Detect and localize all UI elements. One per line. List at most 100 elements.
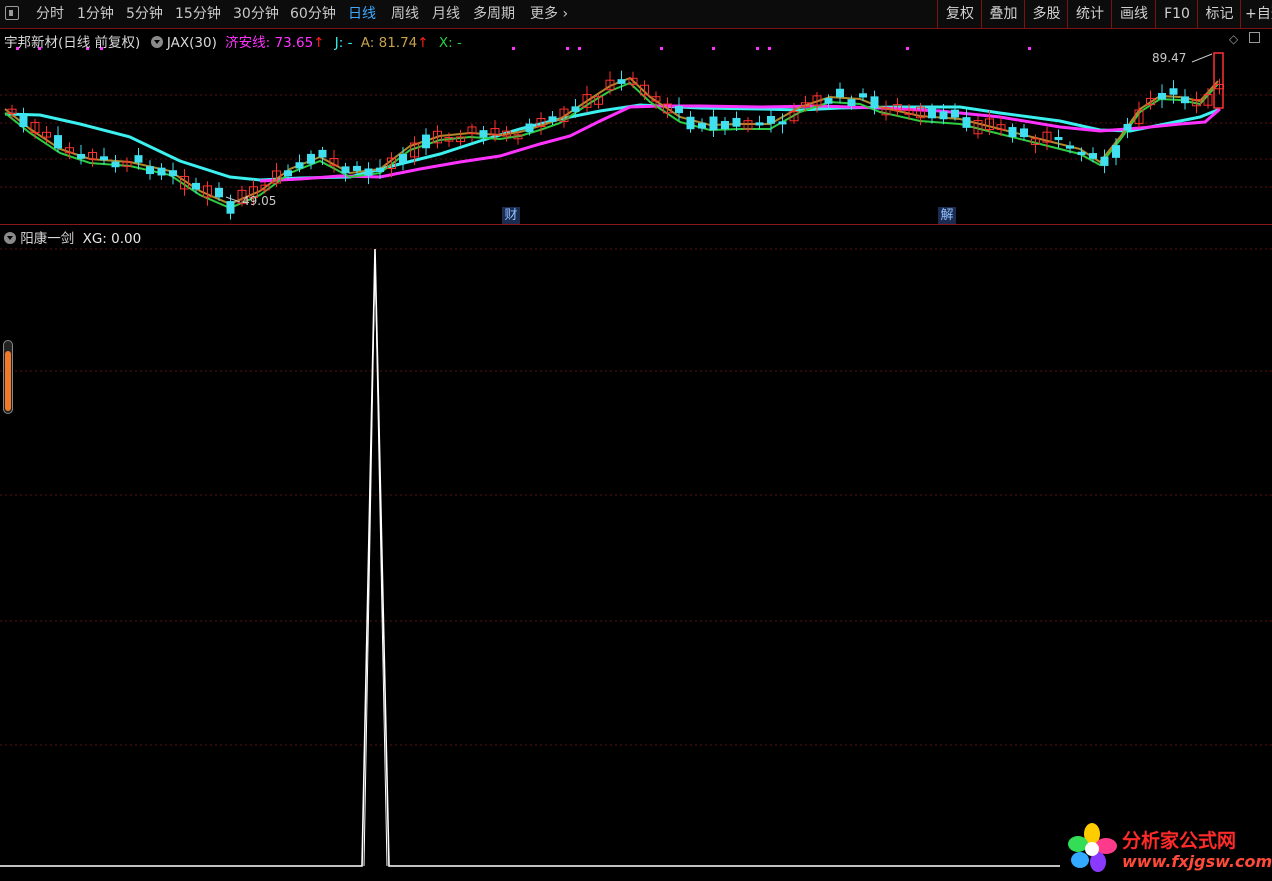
window-toggle-icon[interactable] (5, 6, 19, 20)
add-watchlist-button[interactable]: +自选 (1240, 0, 1272, 28)
candle-body-down (525, 123, 534, 133)
candle-body-down (675, 105, 683, 114)
period-tab-daily[interactable]: 日线 (348, 3, 376, 25)
candle-body-down (755, 122, 764, 126)
period-tab-multi[interactable]: 多周期 (473, 3, 515, 25)
chevron-right-icon: › (562, 6, 569, 22)
candle-body-down (479, 130, 488, 138)
candle-body-down (548, 116, 557, 122)
candle-body-down (721, 120, 729, 130)
candle-body-down (318, 149, 327, 158)
candle-body-down (571, 106, 580, 112)
indicator-name[interactable]: JAX(30) (167, 35, 217, 51)
candle-body-down (1100, 156, 1109, 166)
candle-body-down (353, 165, 361, 171)
candle-body-down (192, 182, 200, 190)
candle-body-up (1213, 52, 1224, 109)
candle-body-down (1089, 153, 1097, 159)
candle-body-down (1181, 96, 1189, 104)
candle-body-down (951, 109, 959, 118)
candle-body-down (341, 166, 350, 174)
indicator-chart[interactable] (0, 225, 1272, 881)
period-tab-30min[interactable]: 30分钟 (233, 3, 279, 25)
indicator-dropdown-icon[interactable] (150, 36, 163, 48)
period-tab-5min[interactable]: 5分钟 (126, 3, 163, 25)
candle-body-down (54, 135, 62, 149)
period-tab-weekly[interactable]: 周线 (391, 3, 419, 25)
event-marker-finance[interactable]: 财 (502, 207, 520, 224)
candle-body-down (824, 98, 833, 104)
candle-body-down (928, 106, 936, 119)
candle-body-down (1158, 92, 1166, 100)
maximize-icon[interactable] (1249, 32, 1260, 43)
main-chart-panel[interactable]: 宇邦新材(日线 前复权) JAX(30) 济安线: 73.65↑ J: - A:… (0, 29, 1272, 224)
signal-dot (660, 47, 663, 50)
candle-body-down (1066, 145, 1074, 149)
candle-body-down (364, 168, 373, 176)
flower-logo-icon (1068, 823, 1117, 872)
candle-body-down (215, 187, 223, 198)
period-tab-60min[interactable]: 60分钟 (290, 3, 336, 25)
candle-body-down (686, 116, 695, 130)
candle-body-down (1054, 136, 1063, 141)
statistics-button[interactable]: 统计 (1067, 0, 1112, 28)
candle-body-down (1123, 123, 1132, 131)
candle-body-down (698, 122, 706, 129)
candle-body-down (859, 93, 867, 98)
candle-body-down (1169, 88, 1178, 95)
watermark-url: www.fxjgsw.com (1122, 852, 1272, 871)
candle-body-down (134, 155, 143, 163)
sub-indicator-title[interactable]: 阳康一剑 (20, 231, 74, 247)
mark-button[interactable]: 标记 (1197, 0, 1241, 28)
x-value: X: - (438, 35, 462, 51)
candle-body-down (778, 121, 787, 125)
signal-dot (1028, 47, 1031, 50)
more-menu[interactable]: 更多 › (530, 3, 568, 25)
candle-body-down (1020, 128, 1028, 138)
signal-dot (756, 47, 759, 50)
candle-body-down (1008, 127, 1017, 137)
fuquan-button[interactable]: 复权 (937, 0, 982, 28)
candle-body-down (962, 117, 971, 128)
draw-line-button[interactable]: 画线 (1111, 0, 1156, 28)
toolbar: 分时 1分钟 5分钟 15分钟 30分钟 60分钟 日线 周线 月线 多周期 更… (0, 0, 1272, 29)
signal-dot (906, 47, 909, 50)
watermark: 分析家公式网 www.fxjgsw.com (1066, 822, 1272, 878)
multi-stock-button[interactable]: 多股 (1024, 0, 1068, 28)
period-tab-monthly[interactable]: 月线 (432, 3, 460, 25)
candle-body-down (307, 153, 315, 164)
candle-body-down (284, 170, 292, 177)
overlay-button[interactable]: 叠加 (981, 0, 1025, 28)
more-label: 更多 (530, 6, 558, 22)
stock-title: 宇邦新材(日线 前复权) (4, 35, 141, 51)
candle-body-down (157, 167, 166, 176)
period-tab-1min[interactable]: 1分钟 (77, 3, 114, 25)
candle-body-down (376, 167, 384, 172)
sub-chart-panel[interactable]: 阳康一剑 XG: 0.00 (0, 225, 1272, 881)
diamond-icon[interactable]: ◇ (1229, 32, 1238, 46)
signal-dot (768, 47, 771, 50)
candle-body-down (19, 114, 28, 127)
jiaxian-line (259, 104, 1221, 183)
candle-body-down (111, 161, 120, 168)
up-arrow-icon: ↑ (417, 35, 429, 51)
candle-body-down (617, 79, 626, 84)
up-arrow-icon: ↑ (313, 35, 325, 51)
sub-chart-header: 阳康一剑 XG: 0.00 (4, 227, 141, 247)
period-tab-15min[interactable]: 15分钟 (175, 3, 221, 25)
vertical-scroll-handle[interactable] (3, 340, 13, 414)
period-tab-fenshi[interactable]: 分时 (36, 3, 64, 25)
xg-signal-inner-line (363, 256, 388, 867)
xg-signal-line (0, 248, 1060, 867)
f10-button[interactable]: F10 (1155, 0, 1198, 28)
kline-chart[interactable] (0, 29, 1272, 224)
indicator-dropdown-icon[interactable] (4, 232, 16, 244)
high-price-pointer (1191, 53, 1213, 63)
j-value: J: - (334, 35, 353, 51)
a-value: A: 81.74 (360, 35, 418, 51)
event-marker-unlock[interactable]: 解 (938, 207, 956, 224)
signal-dot (578, 47, 581, 50)
jiaxian-value: 济安线: 73.65 (225, 35, 314, 51)
candle-body-down (709, 116, 718, 131)
scroll-thumb[interactable] (5, 351, 11, 411)
